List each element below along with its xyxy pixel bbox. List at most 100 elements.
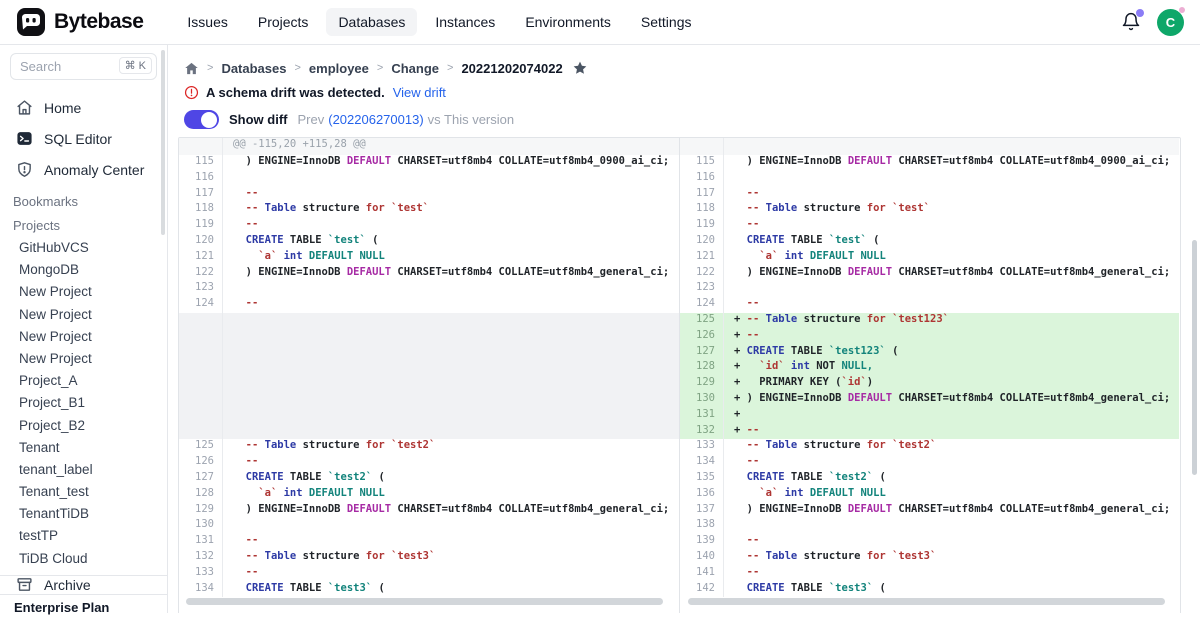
line-number: 124: [179, 297, 223, 313]
breadcrumb-databases[interactable]: Databases: [221, 61, 286, 76]
diff-row: 118 -- Table structure for `test`: [179, 202, 679, 218]
prev-label: Prev: [298, 112, 325, 127]
sidebar-project-list: GitHubVCSMongoDBNew ProjectNew ProjectNe…: [0, 237, 167, 570]
horizontal-scrollbar-right-pane[interactable]: [688, 598, 1165, 605]
nav-item-settings[interactable]: Settings: [629, 8, 704, 36]
sidebar-project-tenant-test[interactable]: Tenant_test: [0, 481, 167, 503]
code-line: + CREATE TABLE `test123` (: [724, 345, 1179, 361]
line-number: 132: [680, 424, 724, 440]
vertical-scrollbar[interactable]: [1192, 240, 1197, 475]
code-line: [223, 408, 679, 424]
sidebar-item-archive[interactable]: Archive: [0, 576, 167, 594]
top-navbar: Bytebase IssuesProjectsDatabasesInstance…: [0, 0, 1200, 45]
sidebar-item-anomaly-center[interactable]: Anomaly Center: [0, 154, 167, 185]
line-number: 132: [179, 550, 223, 566]
nav-item-issues[interactable]: Issues: [175, 8, 239, 36]
diff-row: 136 `a` int DEFAULT NULL: [680, 487, 1179, 503]
show-diff-label: Show diff: [229, 112, 288, 127]
breadcrumb-employee[interactable]: employee: [309, 61, 369, 76]
plan-badge: Enterprise Plan: [0, 594, 167, 621]
horizontal-scrollbar-left-pane[interactable]: [186, 598, 663, 605]
sidebar-project-testtp[interactable]: testTP: [0, 525, 167, 547]
line-number: 123: [179, 281, 223, 297]
line-number: 118: [680, 202, 724, 218]
diff-row-added: 125+ -- Table structure for `test123`: [680, 313, 1179, 329]
line-number: 135: [680, 471, 724, 487]
sidebar-project-project-a[interactable]: Project_A: [0, 370, 167, 392]
nav-item-environments[interactable]: Environments: [513, 8, 623, 36]
prev-version-link[interactable]: (202206270013): [328, 112, 423, 127]
view-drift-link[interactable]: View drift: [393, 85, 446, 100]
show-diff-toggle[interactable]: [184, 110, 219, 129]
diff-row: 139 --: [680, 534, 1179, 550]
diff-row: 134 CREATE TABLE `test3` (: [179, 582, 679, 598]
code-line: [223, 518, 679, 534]
diff-row-added: 126+ --: [680, 329, 1179, 345]
diff-row: 117 --: [179, 187, 679, 203]
diff-row: 115 ) ENGINE=InnoDB DEFAULT CHARSET=utf8…: [680, 155, 1179, 171]
diff-row-placeholder: [179, 392, 679, 408]
line-number: 122: [680, 266, 724, 282]
bookmark-star-icon[interactable]: [572, 60, 588, 76]
line-number: 136: [680, 487, 724, 503]
sidebar-project-project-b1[interactable]: Project_B1: [0, 392, 167, 414]
code-line: + -- Table structure for `test123`: [724, 313, 1179, 329]
line-number: [179, 360, 223, 376]
line-number: 127: [179, 471, 223, 487]
code-line: --: [724, 534, 1179, 550]
diff-row: 115 ) ENGINE=InnoDB DEFAULT CHARSET=utf8…: [179, 155, 679, 171]
avatar-letter: C: [1166, 15, 1175, 30]
breadcrumb-home[interactable]: [184, 61, 199, 76]
breadcrumb-change[interactable]: Change: [391, 61, 439, 76]
sidebar-project-tenanttidb[interactable]: TenantTiDB: [0, 503, 167, 525]
line-number: 120: [179, 234, 223, 250]
line-number: 124: [680, 297, 724, 313]
code-line: [724, 138, 1179, 155]
diff-row: 133 -- Table structure for `test2`: [680, 439, 1179, 455]
sidebar-item-home[interactable]: Home: [0, 92, 167, 123]
sidebar-scrollbar[interactable]: [161, 50, 165, 235]
section-projects: Projects: [0, 218, 167, 233]
line-number: [179, 376, 223, 392]
sidebar-project-new-project[interactable]: New Project: [0, 348, 167, 370]
line-number: 141: [680, 566, 724, 582]
code-line: --: [223, 218, 679, 234]
line-number: 116: [179, 171, 223, 187]
sidebar-project-githubvcs[interactable]: GitHubVCS: [0, 237, 167, 259]
sidebar-project-project-b2[interactable]: Project_B2: [0, 415, 167, 437]
toggle-knob: [201, 112, 217, 128]
sidebar-project-new-project[interactable]: New Project: [0, 304, 167, 326]
line-number: 137: [680, 503, 724, 519]
sidebar-project-mongodb[interactable]: MongoDB: [0, 259, 167, 281]
sidebar: ⌘ K HomeSQL EditorAnomaly Center Bookmar…: [0, 45, 168, 613]
sidebar-project-new-project[interactable]: New Project: [0, 281, 167, 303]
code-line: [724, 281, 1179, 297]
code-line: [223, 281, 679, 297]
nav-item-instances[interactable]: Instances: [423, 8, 507, 36]
diff-row: 124 --: [179, 297, 679, 313]
bytebase-logo[interactable]: Bytebase: [16, 7, 143, 37]
line-number: 120: [680, 234, 724, 250]
notifications-bell[interactable]: [1121, 12, 1141, 32]
nav-item-projects[interactable]: Projects: [246, 8, 321, 36]
diff-row: 126 --: [179, 455, 679, 471]
code-line: --: [223, 534, 679, 550]
sidebar-project-new-project[interactable]: New Project: [0, 326, 167, 348]
diff-row: 119 --: [179, 218, 679, 234]
code-line: +: [724, 408, 1179, 424]
sidebar-item-sql-editor[interactable]: SQL Editor: [0, 123, 167, 154]
code-line: -- Table structure for `test3`: [223, 550, 679, 566]
code-line: ) ENGINE=InnoDB DEFAULT CHARSET=utf8mb4 …: [223, 266, 679, 282]
sidebar-project-tidb-cloud[interactable]: TiDB Cloud: [0, 548, 167, 570]
nav-item-databases[interactable]: Databases: [326, 8, 417, 36]
diff-version-text: Prev (202206270013) vs This version: [298, 112, 515, 127]
code-line: + --: [724, 329, 1179, 345]
code-line: `a` int DEFAULT NULL: [223, 250, 679, 266]
breadcrumb: >Databases>employee>Change>2022120207402…: [168, 45, 1200, 76]
breadcrumb-separator: >: [207, 62, 213, 74]
line-number: 115: [179, 155, 223, 171]
sidebar-project-tenant-label[interactable]: tenant_label: [0, 459, 167, 481]
sidebar-project-tenant[interactable]: Tenant: [0, 437, 167, 459]
user-avatar[interactable]: C: [1157, 9, 1184, 36]
code-line: CREATE TABLE `test2` (: [724, 471, 1179, 487]
